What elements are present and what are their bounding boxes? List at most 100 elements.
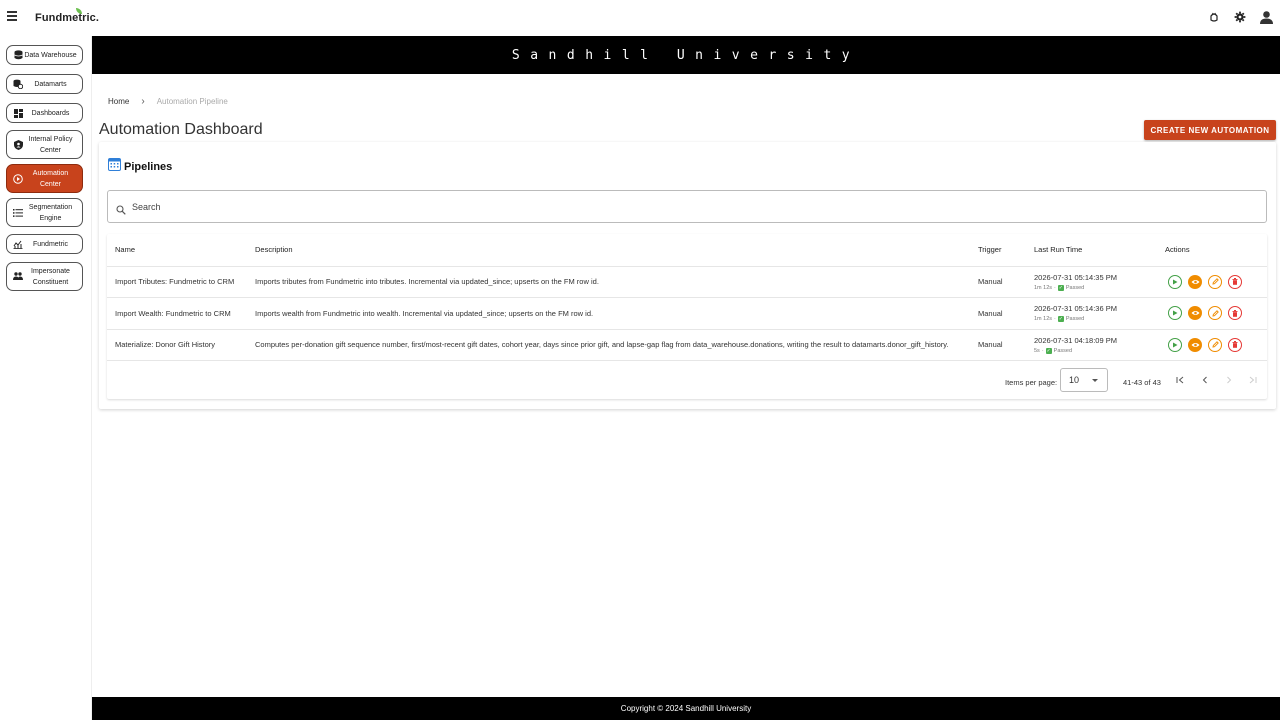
settings-gear-icon[interactable] bbox=[1232, 9, 1248, 25]
pipelines-header: Pipelines bbox=[108, 157, 172, 176]
delete-pipeline-button[interactable] bbox=[1228, 306, 1242, 321]
database-icon bbox=[13, 50, 23, 60]
column-header-trigger[interactable]: Trigger bbox=[978, 234, 1034, 267]
last-run-time: 2026-07-31 04:18:09 PM bbox=[1034, 335, 1117, 345]
paginator: Items per page: 10 41-43 of 43 bbox=[107, 364, 1267, 397]
people-icon bbox=[13, 272, 23, 282]
analytics-icon bbox=[13, 239, 23, 249]
run-duration: 5s bbox=[1034, 347, 1040, 354]
view-pipeline-button[interactable] bbox=[1188, 306, 1202, 321]
pipeline-trigger: Manual bbox=[978, 266, 1034, 298]
chevron-right-icon: › bbox=[141, 96, 145, 107]
table-header-row: Name Description Trigger Last Run Time A… bbox=[107, 234, 1267, 267]
last-run-status: 1m 12s · ✓ Passed bbox=[1034, 284, 1085, 291]
sidebar-item-dashboards[interactable]: Dashboards bbox=[6, 103, 83, 123]
breadcrumb-current: Automation Pipeline bbox=[156, 97, 228, 106]
view-pipeline-button[interactable] bbox=[1188, 274, 1202, 289]
hamburger-menu-icon[interactable] bbox=[7, 11, 17, 21]
last-run-time: 2026-07-31 05:14:36 PM bbox=[1034, 304, 1117, 314]
previous-page-icon[interactable] bbox=[1200, 375, 1210, 385]
check-icon: ✓ bbox=[1057, 316, 1064, 323]
sidebar-item-impersonate-constituent[interactable]: Impersonate Constituent bbox=[6, 262, 83, 291]
pipeline-description: Computes per-donation gift sequence numb… bbox=[255, 329, 978, 361]
pipeline-last-run: 2026-07-31 05:14:35 PM 1m 12s · ✓ Passed bbox=[1034, 266, 1165, 298]
pipeline-description: Imports wealth from Fundmetric into weal… bbox=[255, 297, 978, 330]
delete-pipeline-button[interactable] bbox=[1228, 274, 1242, 289]
last-page-icon[interactable] bbox=[1247, 375, 1257, 385]
play-circle-icon bbox=[13, 173, 23, 184]
column-header-last-run-time[interactable]: Last Run Time bbox=[1034, 234, 1165, 267]
delete-pipeline-button[interactable] bbox=[1228, 337, 1242, 352]
items-per-page-value: 10 bbox=[1069, 375, 1080, 385]
pipeline-name: Import Wealth: Fundmetric to CRM bbox=[107, 297, 255, 330]
footer: Copyright © 2024 Sandhill University bbox=[92, 697, 1280, 720]
row-actions bbox=[1165, 266, 1267, 298]
pipeline-trigger: Manual bbox=[978, 329, 1034, 361]
last-run-time: 2026-07-31 05:14:35 PM bbox=[1034, 272, 1117, 282]
fundmetric-logo[interactable]: Fundmetric. bbox=[35, 12, 99, 24]
sidebar: Data Warehouse Datamarts Dashboards Inte… bbox=[0, 36, 92, 720]
run-pipeline-button[interactable] bbox=[1168, 306, 1182, 321]
bug-report-icon[interactable] bbox=[1206, 9, 1222, 25]
first-page-icon[interactable] bbox=[1175, 375, 1185, 385]
footer-copyright: Copyright © 2024 Sandhill University bbox=[620, 704, 752, 713]
institution-banner: Sandhill University bbox=[92, 36, 1280, 74]
run-status: Passed bbox=[1065, 316, 1085, 323]
pipeline-description: Imports tributes from Fundmetric into tr… bbox=[255, 266, 978, 298]
calendar-icon bbox=[108, 157, 121, 176]
pipelines-table-container: Name Description Trigger Last Run Time A… bbox=[107, 234, 1267, 399]
run-pipeline-button[interactable] bbox=[1168, 337, 1182, 352]
account-icon[interactable] bbox=[1258, 9, 1274, 25]
run-duration: 1m 12s bbox=[1034, 284, 1053, 291]
top-app-bar: Fundmetric. bbox=[0, 0, 1280, 36]
view-pipeline-button[interactable] bbox=[1188, 337, 1202, 352]
banner-title: Sandhill University bbox=[511, 47, 861, 63]
check-icon: ✓ bbox=[1057, 284, 1064, 291]
breadcrumb-home-link[interactable]: Home bbox=[108, 97, 129, 106]
sidebar-item-internal-policy-center[interactable]: Internal Policy Center bbox=[6, 130, 83, 159]
table-row: Import Wealth: Fundmetric to CRM Imports… bbox=[107, 297, 1267, 330]
run-pipeline-button[interactable] bbox=[1168, 274, 1182, 289]
dropdown-caret-icon bbox=[1092, 379, 1098, 382]
sidebar-item-fundmetric[interactable]: Fundmetric bbox=[6, 234, 83, 254]
pipelines-table: Name Description Trigger Last Run Time A… bbox=[107, 234, 1267, 361]
run-status: Passed bbox=[1053, 347, 1073, 354]
pipeline-name: Materialize: Donor Gift History bbox=[107, 329, 255, 361]
items-per-page-label: Items per page: bbox=[1005, 378, 1058, 387]
column-header-actions: Actions bbox=[1165, 234, 1267, 267]
items-per-page-select[interactable]: 10 bbox=[1060, 368, 1108, 392]
page-title: Automation Dashboard bbox=[99, 121, 263, 138]
table-row: Import Tributes: Fundmetric to CRM Impor… bbox=[107, 266, 1267, 298]
check-icon: ✓ bbox=[1045, 347, 1052, 354]
sidebar-item-data-warehouse[interactable]: Data Warehouse bbox=[6, 45, 83, 65]
list-icon bbox=[13, 208, 23, 218]
create-new-automation-button[interactable]: CREATE NEW AUTOMATION bbox=[1144, 120, 1276, 140]
table-row: Materialize: Donor Gift History Computes… bbox=[107, 329, 1267, 361]
sidebar-item-segmentation-engine[interactable]: Segmentation Engine bbox=[6, 198, 83, 227]
pipelines-title: Pipelines bbox=[124, 160, 173, 173]
pipelines-card: Pipelines Name Description Trigger Last … bbox=[99, 142, 1276, 409]
run-duration: 1m 12s bbox=[1034, 316, 1053, 323]
row-actions bbox=[1165, 329, 1267, 361]
pipeline-trigger: Manual bbox=[978, 297, 1034, 330]
column-header-name[interactable]: Name bbox=[107, 234, 255, 267]
search-input[interactable] bbox=[132, 201, 1232, 212]
datamart-icon bbox=[13, 79, 23, 89]
edit-pipeline-button[interactable] bbox=[1208, 274, 1222, 289]
pipeline-last-run: 2026-07-31 05:14:36 PM 1m 12s · ✓ Passed bbox=[1034, 297, 1165, 330]
policy-shield-icon bbox=[13, 139, 23, 150]
row-actions bbox=[1165, 297, 1267, 330]
search-icon bbox=[116, 202, 126, 215]
next-page-icon[interactable] bbox=[1224, 375, 1234, 385]
edit-pipeline-button[interactable] bbox=[1208, 306, 1222, 321]
dashboard-icon bbox=[13, 108, 23, 118]
sidebar-item-automation-center[interactable]: Automation Center bbox=[6, 164, 83, 193]
last-run-status: 1m 12s · ✓ Passed bbox=[1034, 316, 1085, 323]
run-status: Passed bbox=[1065, 284, 1085, 291]
breadcrumb: Home › Automation Pipeline bbox=[108, 96, 228, 107]
pipeline-name: Import Tributes: Fundmetric to CRM bbox=[107, 266, 255, 298]
sidebar-item-datamarts[interactable]: Datamarts bbox=[6, 74, 83, 94]
edit-pipeline-button[interactable] bbox=[1208, 337, 1222, 352]
column-header-description[interactable]: Description bbox=[255, 234, 978, 267]
last-run-status: 5s · ✓ Passed bbox=[1034, 347, 1073, 354]
